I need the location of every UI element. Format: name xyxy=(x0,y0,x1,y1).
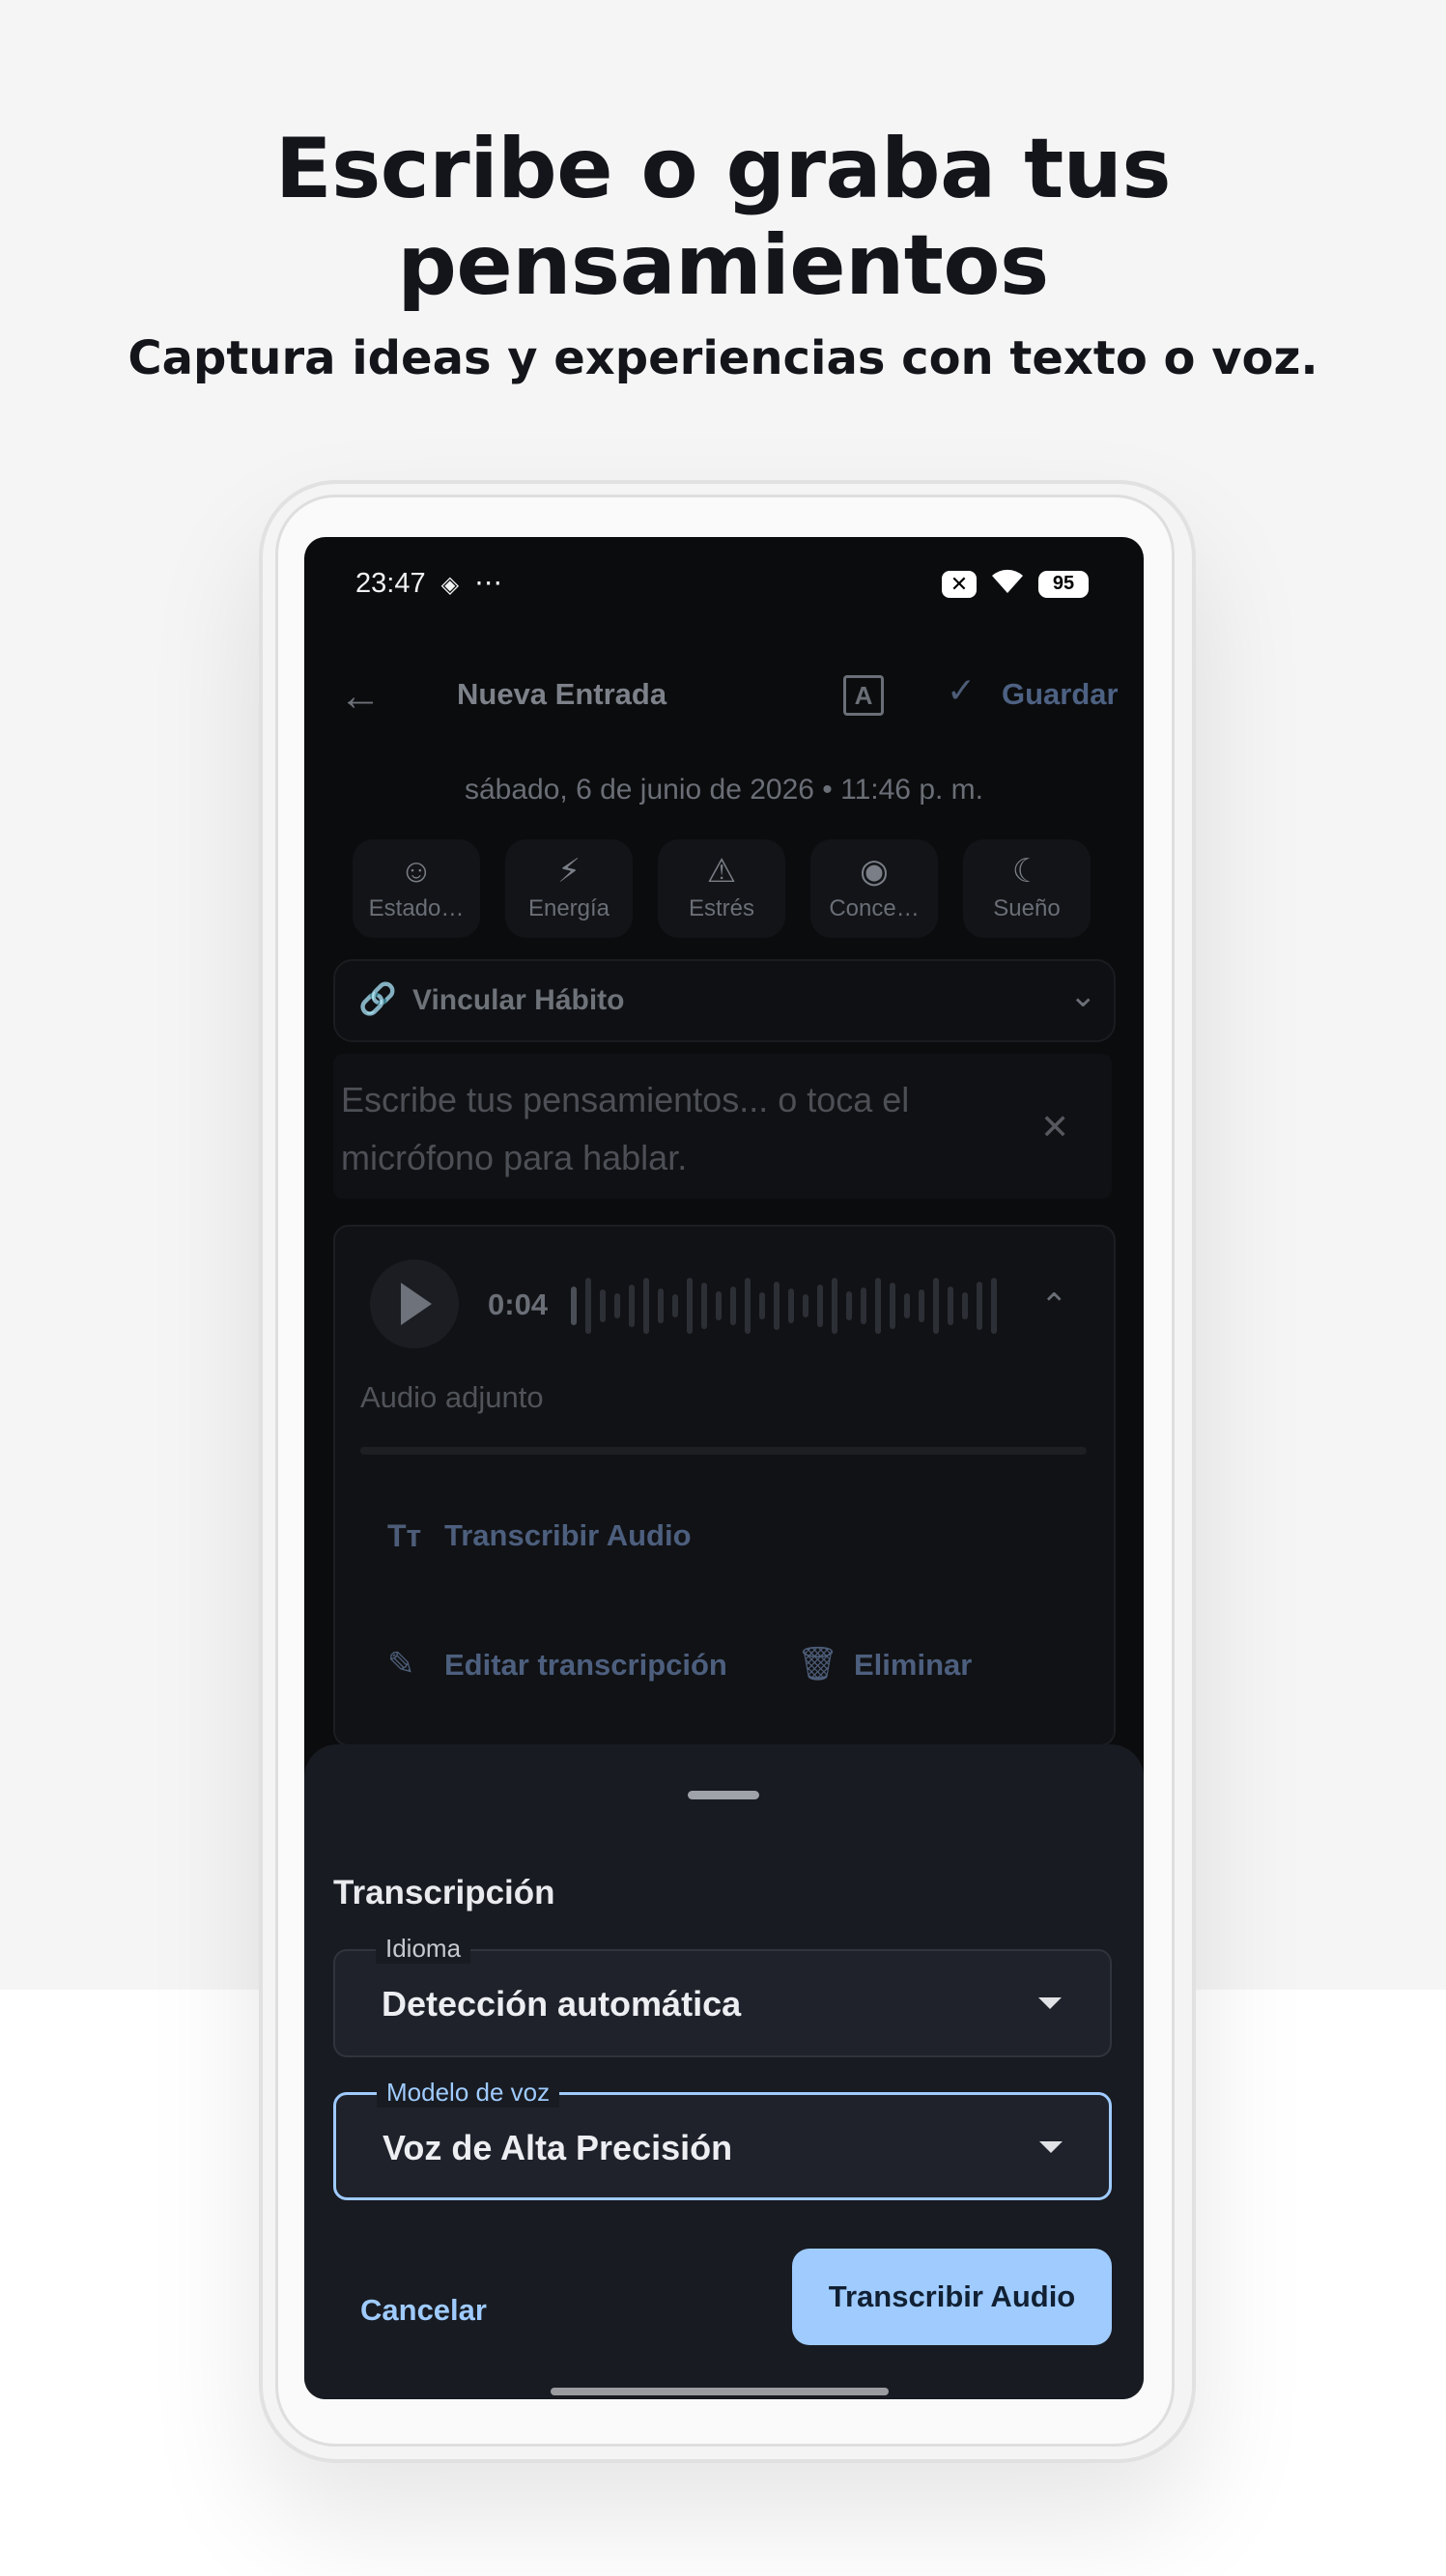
page-title: Nueva Entrada xyxy=(457,677,667,711)
sheet-drag-handle[interactable] xyxy=(688,1791,759,1799)
chip-label: Sueño xyxy=(993,895,1061,921)
promo-subheadline: Captura ideas y experiencias con texto o… xyxy=(128,331,1318,385)
chip-label: Energía xyxy=(527,895,610,921)
promo-headline: Escribe o graba tus pensamientos xyxy=(274,121,1172,314)
trash-icon: 🗑 xyxy=(797,1646,839,1683)
metric-chip-focus[interactable]: ◉ Conce… xyxy=(810,839,938,938)
transcription-sheet: Transcripción Idioma Detección automátic… xyxy=(304,1744,1144,2399)
dropdown-arrow-icon xyxy=(1038,1997,1062,2009)
language-value: Detección automática xyxy=(382,1984,742,2024)
language-label: Idioma xyxy=(376,1934,471,1964)
chip-label: Estrés xyxy=(688,895,754,921)
play-icon xyxy=(401,1283,432,1325)
link-habit-label: Vincular Hábito xyxy=(412,984,625,1016)
link-icon: 🔗 xyxy=(358,981,397,1016)
chip-label: Estado… xyxy=(368,895,465,921)
clear-icon[interactable]: ✕ xyxy=(1040,1107,1069,1147)
audio-duration: 0:04 xyxy=(488,1288,549,1321)
phone-screen: 23:47 ◈ ⋯ ✕ 95 ← Nueva Entrada A ✓ Guard… xyxy=(304,537,1144,2399)
voice-model-label: Modelo de voz xyxy=(377,2078,560,2108)
language-select[interactable]: Idioma Detección automática xyxy=(333,1934,1112,2057)
home-indicator[interactable] xyxy=(551,2388,889,2395)
entry-text-placeholder: Escribe tus pensamientos... o toca el mi… xyxy=(341,1080,910,1177)
voice-model-value: Voz de Alta Precisión xyxy=(383,2128,733,2167)
audio-progress-bar[interactable] xyxy=(360,1447,1087,1455)
metric-chip-sleep[interactable]: ☾ Sueño xyxy=(963,839,1091,938)
save-button[interactable]: Guardar xyxy=(1002,677,1119,712)
voice-model-select[interactable]: Modelo de voz Voz de Alta Precisión xyxy=(333,2078,1112,2200)
entry-date: sábado, 6 de junio de 2026 • 11:46 p. m. xyxy=(464,774,983,806)
smiley-icon: ☺ xyxy=(399,853,434,890)
moon-icon: ☾ xyxy=(1011,853,1042,890)
metric-chip-stress[interactable]: ⚠ Estrés xyxy=(658,839,785,938)
play-button[interactable] xyxy=(370,1260,459,1348)
check-icon[interactable]: ✓ xyxy=(947,670,976,711)
cancel-button[interactable]: Cancelar xyxy=(360,2293,487,2328)
back-arrow-icon[interactable]: ← xyxy=(339,672,382,721)
dropdown-arrow-icon xyxy=(1039,2141,1063,2153)
warning-icon: ⚠ xyxy=(706,853,737,890)
chevron-down-icon: ⌄ xyxy=(1069,977,1097,1014)
transcribe-audio-button[interactable]: Transcribir Audio xyxy=(444,1518,692,1553)
metric-chip-mood[interactable]: ☺ Estado… xyxy=(353,839,480,938)
confirm-transcribe-button[interactable]: Transcribir Audio xyxy=(792,2249,1112,2345)
metric-chips: ☺ Estado… ⚡ Energía ⚠ Estrés ◉ Conce… ☾ … xyxy=(353,839,1091,938)
metric-chip-energy[interactable]: ⚡ Energía xyxy=(505,839,633,938)
bolt-icon: ⚡ xyxy=(557,853,581,890)
chip-label: Conce… xyxy=(829,895,920,921)
pencil-icon: ✎ xyxy=(387,1646,415,1683)
font-style-icon[interactable]: A xyxy=(843,675,884,716)
link-habit-dropdown[interactable]: 🔗 Vincular Hábito ⌄ xyxy=(333,959,1116,1042)
text-format-icon: Tт xyxy=(387,1518,422,1553)
audio-attached-label: Audio adjunto xyxy=(360,1380,544,1414)
delete-button[interactable]: Eliminar xyxy=(854,1648,972,1683)
audio-waveform[interactable] xyxy=(571,1275,997,1337)
chevron-up-icon[interactable]: ⌃ xyxy=(1040,1287,1068,1325)
edit-transcription-button[interactable]: Editar transcripción xyxy=(444,1648,727,1683)
sheet-title: Transcripción xyxy=(333,1874,555,1911)
focus-icon: ◉ xyxy=(860,853,889,890)
